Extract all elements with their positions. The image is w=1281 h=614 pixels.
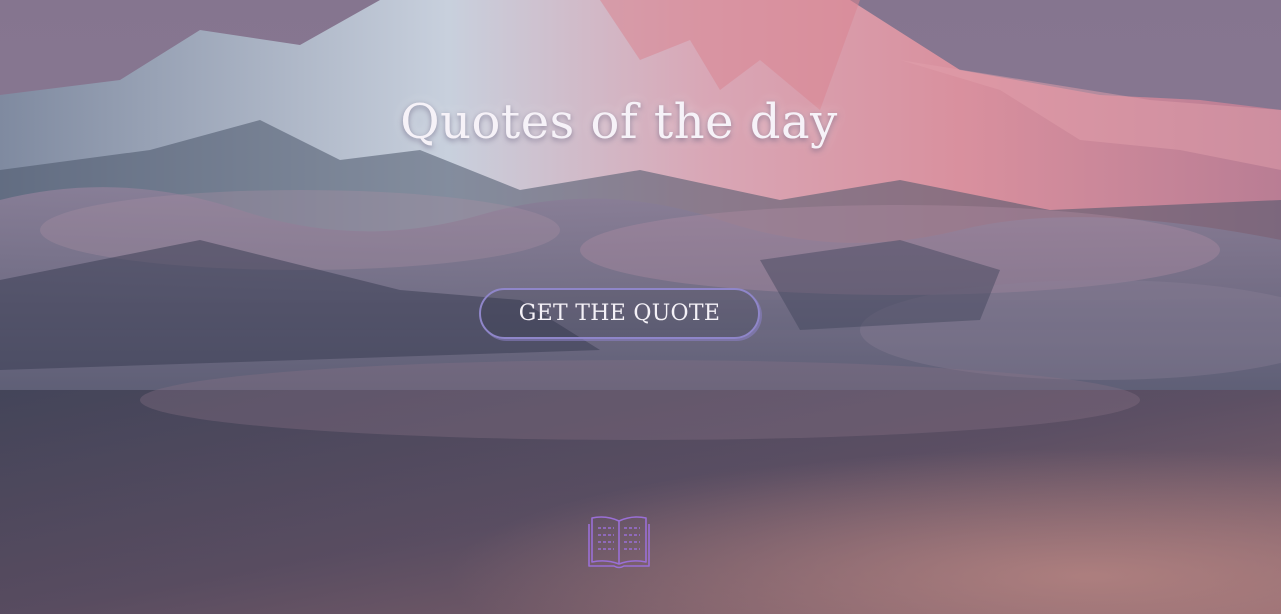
get-quote-button-label: GET THE QUOTE [518,301,721,326]
open-book-icon[interactable] [586,514,652,570]
page-title: Quotes of the day [400,94,838,150]
get-quote-button[interactable]: GET THE QUOTE [479,288,760,339]
hero-background: Quotes of the day GET THE QUOTE [0,0,1281,614]
